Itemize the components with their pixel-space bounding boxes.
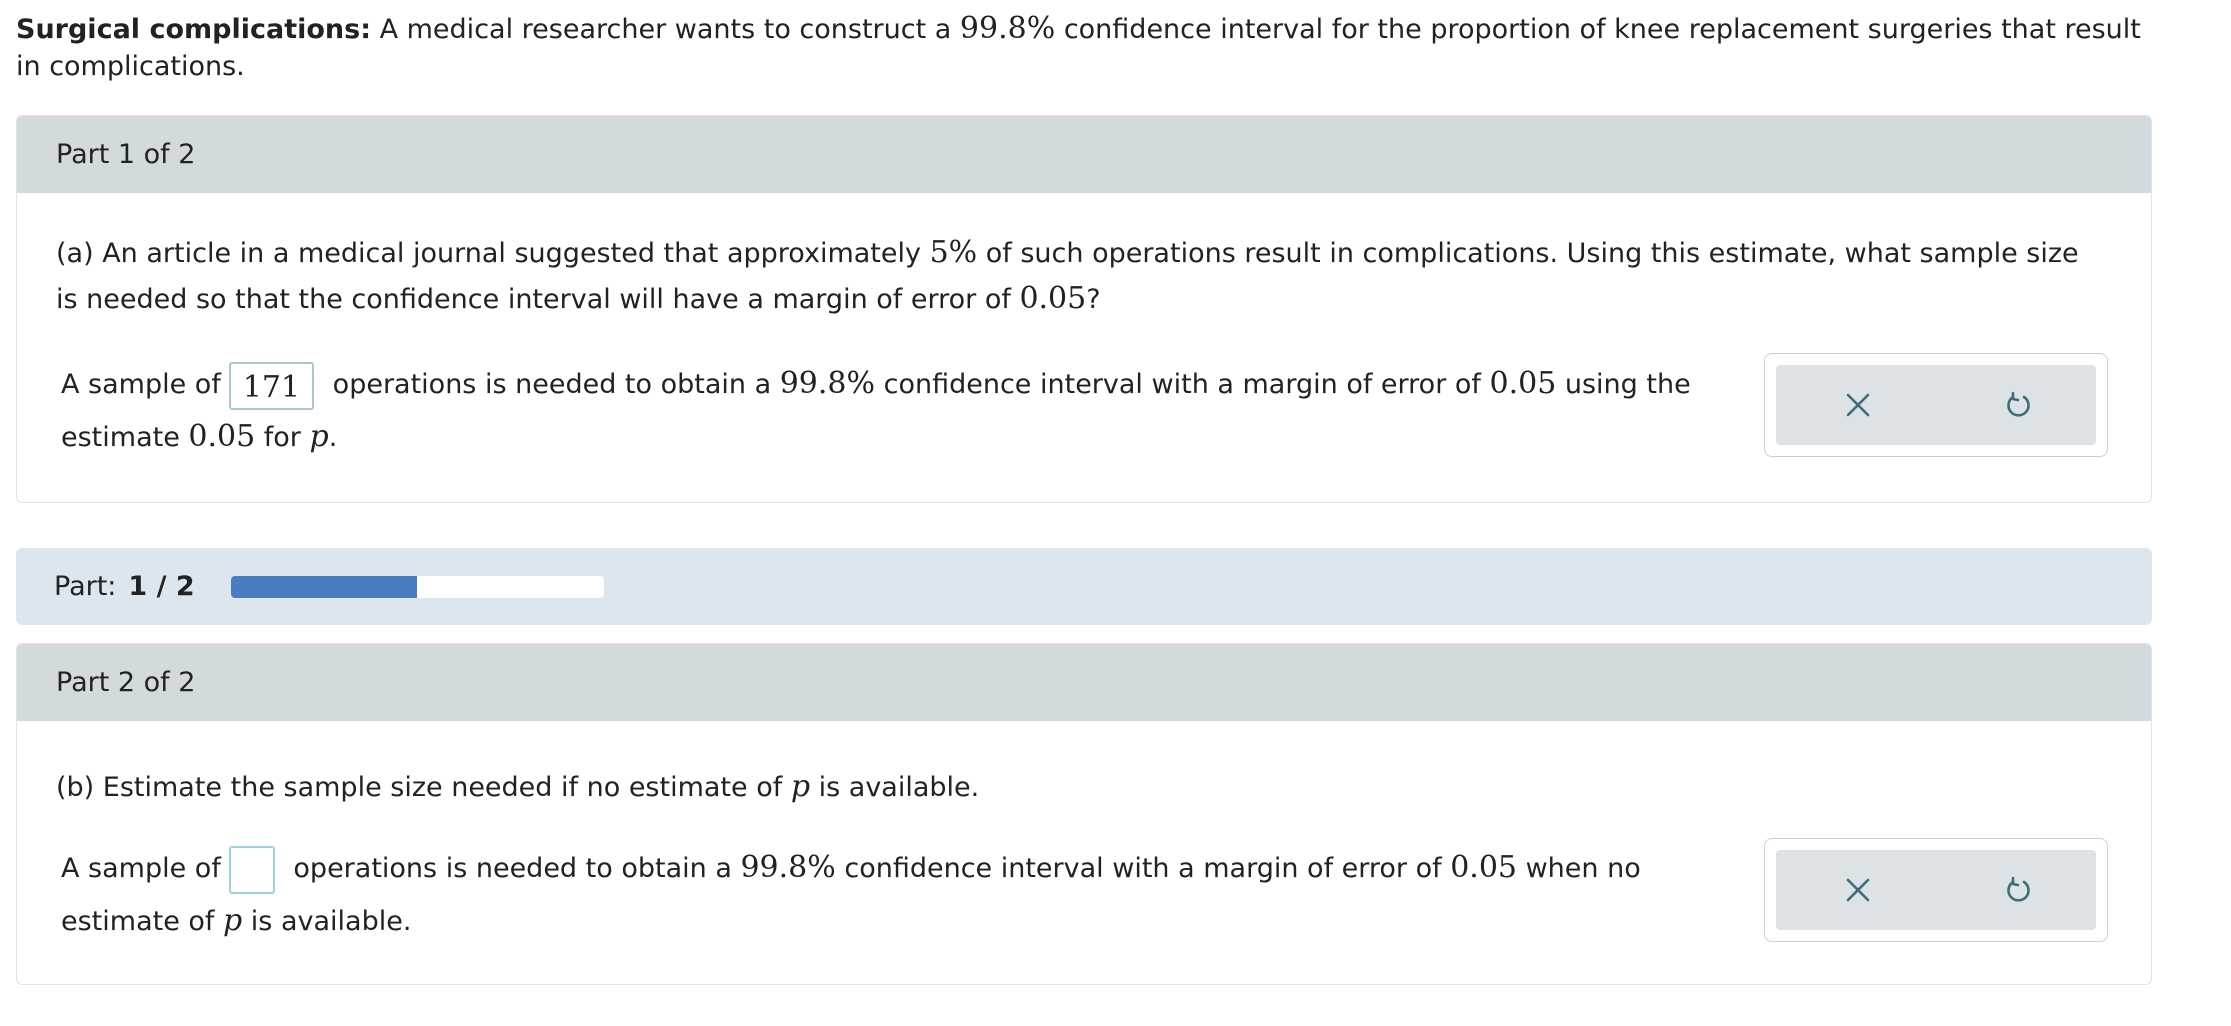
part-1-question-end: ? bbox=[1086, 284, 1101, 315]
part-2-panel: Part 2 of 2 (b) Estimate the sample size… bbox=[16, 643, 2152, 985]
part-1-answer-toolbar bbox=[1764, 353, 2108, 457]
part-1-question-percent: 5% bbox=[929, 235, 978, 270]
part-2-question-p: p bbox=[790, 769, 811, 804]
part-2-answer-p: p bbox=[223, 903, 243, 938]
part-1-answer-p: p bbox=[309, 419, 329, 454]
part-2-question-end: is available. bbox=[810, 772, 980, 803]
progress-label: Part: bbox=[54, 571, 117, 602]
part-2-answer-end: is available. bbox=[242, 906, 412, 937]
part-1-answer-end: . bbox=[328, 422, 338, 453]
undo-icon bbox=[2007, 876, 2030, 902]
part-1-answer-text-4: for bbox=[255, 422, 310, 453]
part-1-answer: A sample of 171 operations is needed to o… bbox=[61, 358, 1761, 464]
part-1-answer-estimate: 0.05 bbox=[188, 419, 256, 454]
part-1-question-moe: 0.05 bbox=[1019, 281, 1087, 316]
part-progress-strip: Part: 1 / 2 bbox=[16, 548, 2152, 625]
part-1-answer-moe: 0.05 bbox=[1489, 366, 1557, 401]
part-2-answer-toolbar bbox=[1764, 838, 2108, 942]
problem-title: Surgical complications: bbox=[16, 14, 371, 45]
close-icon bbox=[1846, 878, 1870, 902]
part-1-undo-button[interactable] bbox=[1999, 385, 2039, 425]
part-2-answer-input[interactable] bbox=[228, 845, 275, 894]
part-1-answer-text-2: confidence interval with a margin of err… bbox=[875, 369, 1490, 400]
undo-icon bbox=[2007, 391, 2030, 417]
part-2-undo-button[interactable] bbox=[1999, 870, 2039, 910]
part-1-question: (a) An article in a medical journal sugg… bbox=[56, 230, 2096, 322]
part-1-answer-text-1: operations is needed to obtain a bbox=[324, 369, 780, 400]
part-1-header: Part 1 of 2 bbox=[17, 116, 2151, 193]
part-2-answer-prefix: A sample of bbox=[61, 853, 221, 884]
part-1-answer-prefix: A sample of bbox=[61, 369, 221, 400]
part-2-answer-text-2: confidence interval with a margin of err… bbox=[835, 853, 1451, 884]
progress-track bbox=[230, 575, 604, 598]
part-1-question-text-1: (a) An article in a medical journal sugg… bbox=[56, 238, 930, 269]
part-1-answer-input[interactable]: 171 bbox=[228, 361, 315, 410]
part-2-answer-text-1: operations is needed to obtain a bbox=[284, 853, 741, 884]
progress-fill bbox=[230, 575, 418, 598]
part-2-header: Part 2 of 2 bbox=[17, 644, 2151, 721]
part-2-answer-moe: 0.05 bbox=[1450, 850, 1518, 885]
part-2-question-text-1: (b) Estimate the sample size needed if n… bbox=[56, 772, 791, 803]
part-2-clear-button[interactable] bbox=[1838, 870, 1878, 910]
part-1-clear-button[interactable] bbox=[1838, 385, 1878, 425]
part-2-toolbar-inner bbox=[1776, 850, 2096, 930]
part-2-answer-confidence: 99.8% bbox=[740, 850, 836, 885]
intro-confidence: 99.8% bbox=[959, 11, 1056, 46]
part-1-panel: Part 1 of 2 (a) An article in a medical … bbox=[16, 115, 2152, 503]
part-1-toolbar-inner bbox=[1776, 365, 2096, 445]
problem-intro: Surgical complications: A medical resear… bbox=[16, 10, 2156, 85]
intro-text-1: A medical researcher wants to construct … bbox=[371, 14, 960, 45]
part-2-question: (b) Estimate the sample size needed if n… bbox=[56, 764, 2096, 810]
progress-value: 1 / 2 bbox=[128, 571, 195, 602]
part-1-answer-confidence: 99.8% bbox=[779, 366, 876, 401]
close-icon bbox=[1846, 393, 1870, 417]
part-2-answer: A sample of operations is needed to obta… bbox=[61, 842, 1761, 948]
